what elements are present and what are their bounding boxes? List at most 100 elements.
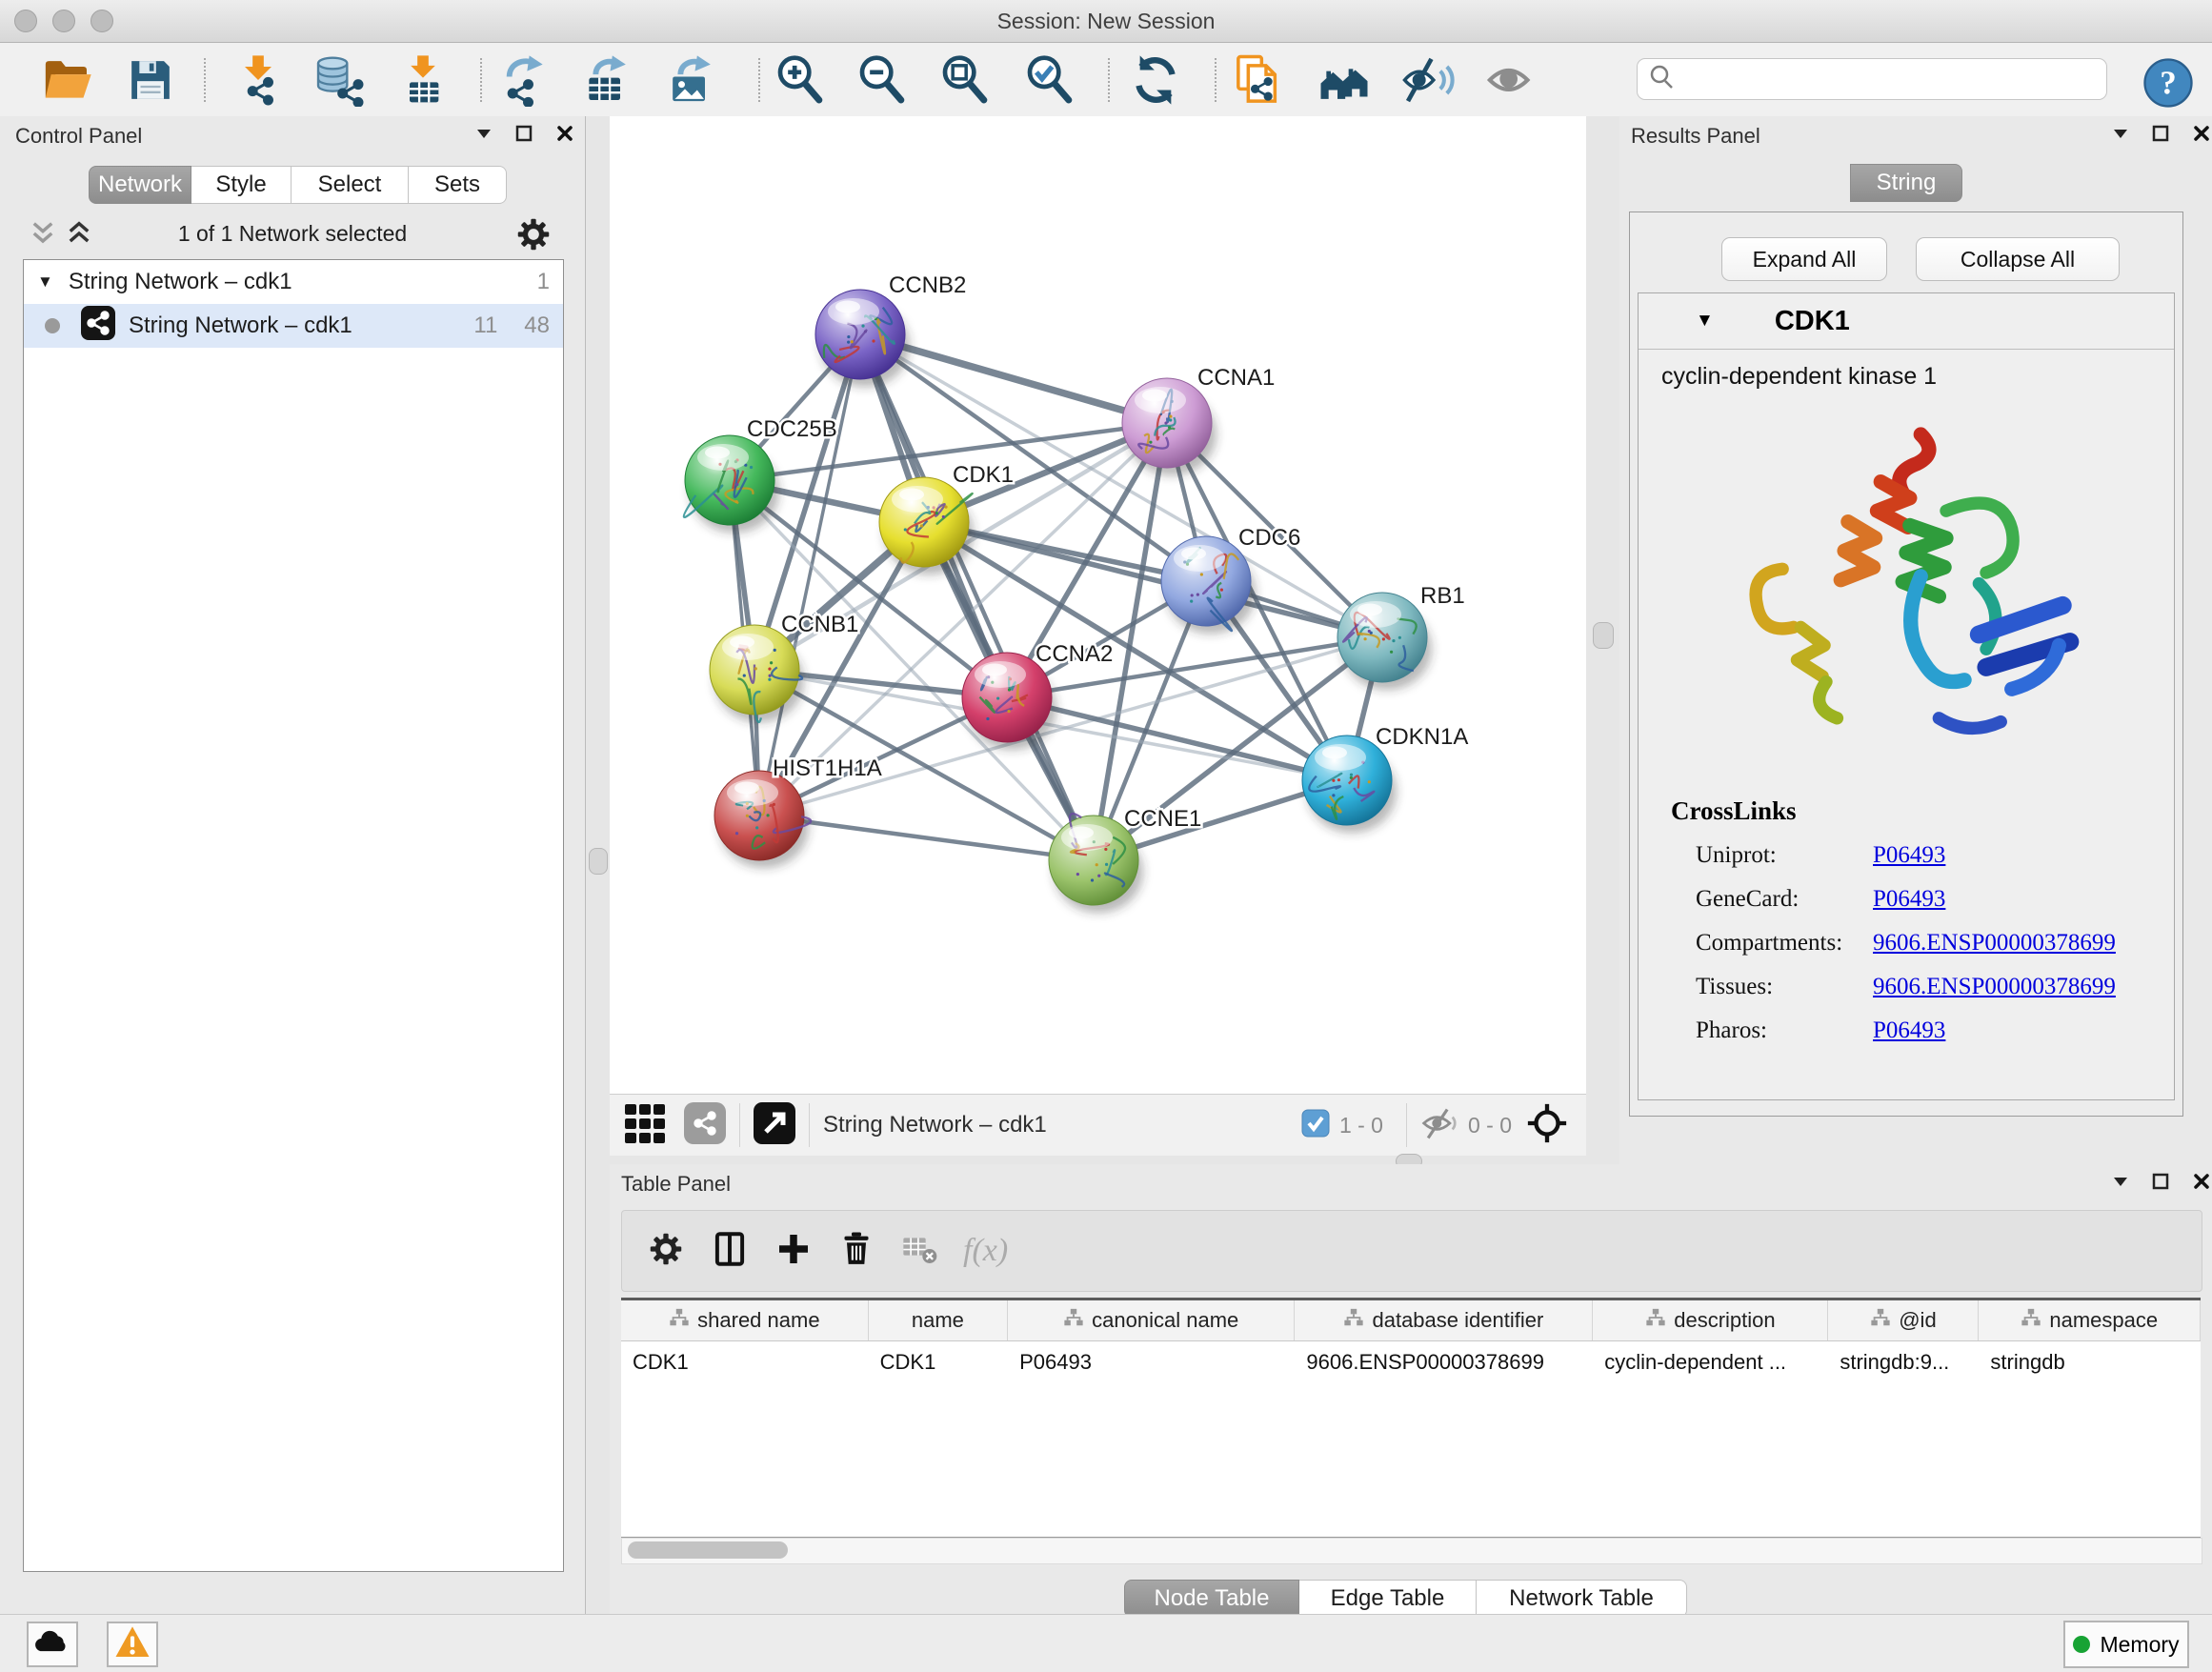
cdk1-section-header[interactable]: ▼ CDK1 (1639, 293, 2174, 350)
network-node-CCNE1[interactable]: CCNE1 (1049, 806, 1201, 913)
results-float-icon[interactable] (2151, 124, 2170, 148)
birds-eye-grid-icon[interactable] (625, 1102, 667, 1149)
show-columns-icon[interactable] (710, 1229, 750, 1274)
table-float-icon[interactable] (2151, 1172, 2170, 1196)
network-node-HIST1H1A[interactable]: HIST1H1A (714, 755, 882, 868)
zoom-in-icon[interactable] (774, 53, 827, 107)
save-session-icon[interactable] (124, 53, 177, 107)
search-box[interactable] (1637, 58, 2107, 100)
expand-all-button[interactable]: Expand All (1721, 237, 1887, 281)
column-header-canonical-name[interactable]: canonical name (1008, 1300, 1295, 1340)
zoom-selected-icon[interactable] (1023, 53, 1076, 107)
network-badge-gray-icon[interactable] (684, 1102, 726, 1149)
collection-count: 1 (537, 269, 550, 295)
collapse-all-button[interactable]: Collapse All (1916, 237, 2120, 281)
clone-network-icon[interactable] (1233, 53, 1286, 107)
home-view-icon[interactable] (1317, 53, 1371, 107)
table-row[interactable]: CDK1CDK1P064939606.ENSP00000378699cyclin… (621, 1341, 2201, 1383)
table-cell: 9606.ENSP00000378699 (1295, 1341, 1593, 1383)
column-header--id[interactable]: @id (1828, 1300, 1979, 1340)
network-share-icon (81, 306, 115, 347)
memory-button[interactable]: Memory (2063, 1621, 2189, 1668)
column-header-name[interactable]: name (869, 1300, 1008, 1340)
zoom-out-icon[interactable] (855, 53, 909, 107)
table-hscrollbar[interactable] (621, 1538, 2202, 1564)
column-header-namespace[interactable]: namespace (1979, 1300, 2201, 1340)
add-column-icon[interactable] (774, 1230, 813, 1273)
network-graph[interactable]: CCNB2 CCNA1 CDC25B CDK1 CDC6 (610, 116, 1586, 1094)
control-panel-tabs: NetworkStyleSelectSets (89, 166, 507, 204)
table-menu-icon[interactable] (2111, 1172, 2130, 1196)
section-description: cyclin-dependent kinase 1 (1639, 350, 2174, 391)
crosslink-row: GeneCard:P06493 (1696, 877, 2174, 921)
left-splitter-handle[interactable] (589, 848, 608, 875)
refresh-layout-icon[interactable] (1129, 53, 1182, 107)
open-file-icon[interactable] (40, 53, 93, 107)
network-collection-row[interactable]: ▼ String Network – cdk1 1 (24, 260, 563, 304)
search-input[interactable] (1676, 66, 2080, 92)
results-close-icon[interactable] (2192, 124, 2211, 148)
tab-style[interactable]: Style (191, 166, 292, 204)
network-list-gear-icon[interactable] (514, 215, 553, 258)
tab-edge-table[interactable]: Edge Table (1299, 1580, 1477, 1618)
panel-float-icon[interactable] (514, 124, 533, 148)
node-label-CCNA1: CCNA1 (1197, 365, 1275, 391)
export-network-icon[interactable] (498, 53, 552, 107)
memory-label: Memory (2100, 1632, 2179, 1658)
table-hscrollbar-thumb[interactable] (628, 1541, 788, 1559)
tab-network[interactable]: Network (89, 166, 191, 204)
node-label-CCNB1: CCNB1 (781, 612, 858, 637)
network-node-CCNB2[interactable]: CCNB2 (815, 272, 966, 387)
zoom-fit-icon[interactable] (938, 53, 992, 107)
table-panel: Table Panel f(x) shared namenamecanonica… (610, 1164, 2212, 1614)
network-node-RB1[interactable]: RB1 (1337, 583, 1465, 690)
import-network-icon[interactable] (231, 53, 285, 107)
table-cell: stringdb (1979, 1341, 2201, 1383)
warnings-button[interactable] (107, 1622, 158, 1667)
network-node-CDK1[interactable]: CDK1 (879, 462, 1014, 574)
hide-panels-icon[interactable] (1401, 53, 1455, 107)
network-node-CCNB1[interactable]: CCNB1 (710, 612, 858, 722)
network-node-CDKN1A[interactable]: CDKN1A (1302, 724, 1468, 833)
network-node-CCNA1[interactable]: CCNA1 (1122, 365, 1275, 475)
cloud-button[interactable] (27, 1622, 78, 1667)
show-panels-icon[interactable] (1484, 53, 1538, 107)
tab-network-table[interactable]: Network Table (1477, 1580, 1687, 1618)
table-close-icon[interactable] (2192, 1172, 2211, 1196)
import-table-icon[interactable] (396, 53, 450, 107)
results-menu-icon[interactable] (2111, 124, 2130, 148)
crosslink-link[interactable]: P06493 (1873, 886, 1945, 913)
network-canvas[interactable]: CCNB2 CCNA1 CDC25B CDK1 CDC6 (610, 116, 1586, 1094)
column-type-icon (1343, 1307, 1364, 1334)
export-image-icon[interactable] (665, 53, 718, 107)
section-collapse-icon[interactable]: ▼ (1696, 311, 1714, 332)
crosslink-link[interactable]: 9606.ENSP00000378699 (1873, 930, 2116, 957)
collection-expand-icon[interactable]: ▼ (37, 272, 53, 292)
column-header-database-identifier[interactable]: database identifier (1295, 1300, 1593, 1340)
network-row[interactable]: String Network – cdk1 11 48 (24, 304, 563, 348)
crosslink-link[interactable]: P06493 (1873, 842, 1945, 869)
column-header-description[interactable]: description (1593, 1300, 1828, 1340)
toolbar-separator (1108, 58, 1110, 102)
delete-column-icon[interactable] (837, 1230, 875, 1273)
panel-menu-icon[interactable] (474, 124, 493, 148)
tab-string[interactable]: String (1850, 164, 1962, 202)
panel-close-icon[interactable] (555, 124, 574, 148)
selected-checkbox-icon[interactable] (1301, 1109, 1330, 1142)
help-button[interactable]: ? (2142, 56, 2195, 110)
import-database-icon[interactable] (312, 53, 365, 107)
node-label-CDKN1A: CDKN1A (1376, 724, 1468, 750)
network-row-label: String Network – cdk1 (129, 312, 352, 339)
export-table-icon[interactable] (580, 53, 633, 107)
fit-selected-crosshair-icon[interactable] (1525, 1101, 1569, 1150)
tab-sets[interactable]: Sets (409, 166, 507, 204)
crosslink-link[interactable]: 9606.ENSP00000378699 (1873, 974, 2116, 1000)
right-splitter-handle[interactable] (1593, 622, 1614, 649)
table-tabs: Node TableEdge TableNetwork Table (1124, 1580, 1687, 1618)
tab-node-table[interactable]: Node Table (1124, 1580, 1299, 1618)
detach-view-icon[interactable] (754, 1102, 795, 1149)
table-gear-icon[interactable] (647, 1230, 685, 1273)
tab-select[interactable]: Select (292, 166, 409, 204)
column-header-shared-name[interactable]: shared name (621, 1300, 869, 1340)
crosslink-link[interactable]: P06493 (1873, 1017, 1945, 1044)
